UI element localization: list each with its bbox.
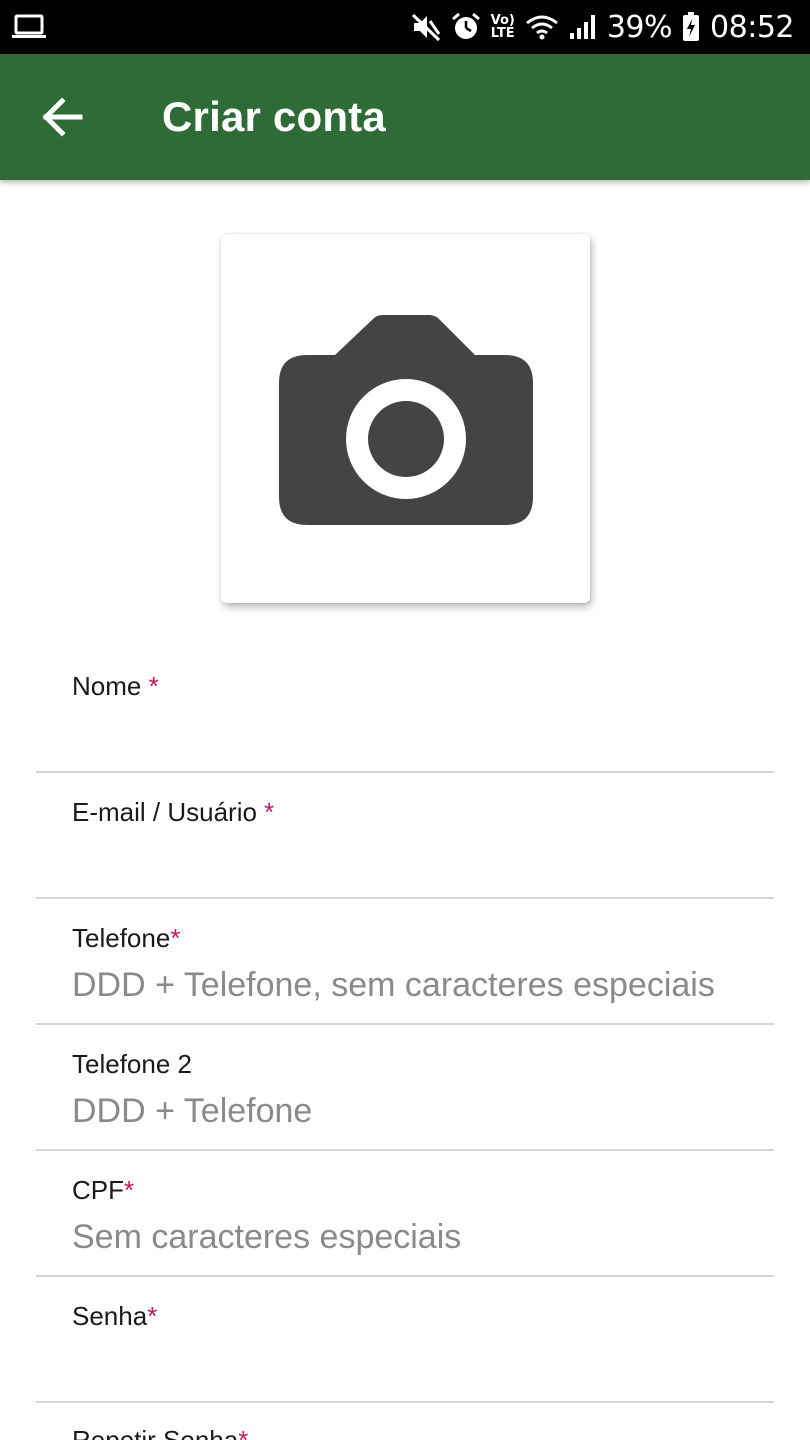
required-mark: * xyxy=(147,1301,158,1331)
page-title: Criar conta xyxy=(162,93,386,140)
clock: 08:52 xyxy=(710,9,794,45)
cpf-label: CPF* xyxy=(72,1175,135,1205)
wifi-icon xyxy=(525,13,559,41)
cpf-input[interactable] xyxy=(72,1207,738,1267)
status-bar: Vo) LTE 39% 08:52 xyxy=(0,0,810,54)
phone-label: Telefone* xyxy=(72,923,181,953)
required-mark: * xyxy=(170,923,181,953)
phone-input[interactable] xyxy=(72,955,738,1015)
name-field: Nome * xyxy=(36,647,774,773)
phone2-field: Telefone 2 xyxy=(36,1025,774,1151)
phone-field: Telefone* xyxy=(36,899,774,1025)
password-input[interactable] xyxy=(72,1335,738,1395)
signal-icon xyxy=(569,13,597,41)
required-mark: * xyxy=(148,671,159,701)
password-field: Senha* xyxy=(36,1277,774,1403)
name-input[interactable] xyxy=(72,705,738,765)
battery-charging-icon xyxy=(682,12,700,42)
battery-percentage: 39% xyxy=(606,9,673,45)
name-label: Nome * xyxy=(72,671,159,701)
email-input[interactable] xyxy=(72,831,738,891)
phone2-label: Telefone 2 xyxy=(72,1049,192,1079)
alarm-icon xyxy=(451,12,481,42)
photo-picker-button[interactable] xyxy=(221,234,590,603)
laptop-icon xyxy=(12,14,46,40)
phone2-input[interactable] xyxy=(72,1081,738,1141)
repeat-password-field: Repetir Senha* xyxy=(36,1403,774,1440)
email-label: E-mail / Usuário * xyxy=(72,797,275,827)
cpf-field: CPF* xyxy=(36,1151,774,1277)
password-label: Senha* xyxy=(72,1301,158,1331)
repeat-password-label: Repetir Senha* xyxy=(72,1425,248,1440)
arrow-back-icon xyxy=(40,97,84,137)
app-bar: Criar conta xyxy=(0,54,810,180)
volte-icon: Vo) LTE xyxy=(491,14,515,40)
camera-icon xyxy=(277,311,535,527)
mute-icon xyxy=(411,12,441,42)
required-mark: * xyxy=(264,797,275,827)
required-mark: * xyxy=(238,1425,249,1440)
volte-bottom-text: LTE xyxy=(490,26,515,41)
back-button[interactable] xyxy=(0,54,124,180)
required-mark: * xyxy=(124,1175,135,1205)
email-field: E-mail / Usuário * xyxy=(36,773,774,899)
